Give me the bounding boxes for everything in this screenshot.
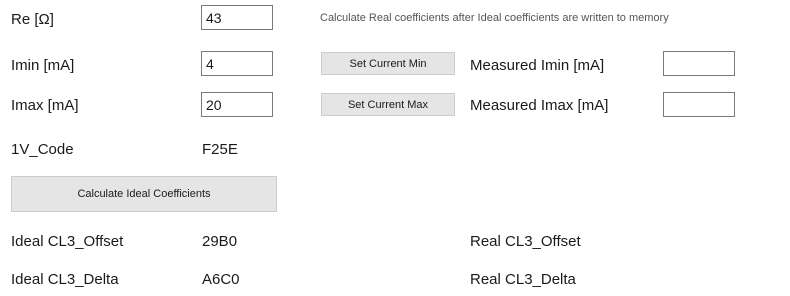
re-input[interactable] xyxy=(201,5,273,30)
1v-code-value: F25E xyxy=(202,141,238,158)
measured-imax-input[interactable] xyxy=(663,92,735,117)
real-cl3-offset-label: Real CL3_Offset xyxy=(470,233,581,250)
re-label: Re [Ω] xyxy=(11,11,54,28)
set-current-max-button[interactable]: Set Current Max xyxy=(321,93,455,116)
real-cl3-delta-label: Real CL3_Delta xyxy=(470,271,576,288)
measured-imin-input[interactable] xyxy=(663,51,735,76)
imin-input[interactable] xyxy=(201,51,273,76)
ideal-cl3-offset-label: Ideal CL3_Offset xyxy=(11,233,124,250)
set-current-min-button[interactable]: Set Current Min xyxy=(321,52,455,75)
measured-imax-label: Measured Imax [mA] xyxy=(470,97,609,114)
calculate-ideal-coefficients-button[interactable]: Calculate Ideal Coefficients xyxy=(11,176,277,212)
imax-input[interactable] xyxy=(201,92,273,117)
ideal-cl3-offset-value: 29B0 xyxy=(202,233,238,250)
imax-label: Imax [mA] xyxy=(11,97,79,114)
1v-code-label: 1V_Code xyxy=(11,141,74,158)
real-coefficients-note: Calculate Real coefficients after Ideal … xyxy=(320,12,669,24)
ideal-cl3-delta-label: Ideal CL3_Delta xyxy=(11,271,119,288)
measured-imin-label: Measured Imin [mA] xyxy=(470,57,605,74)
ideal-cl3-delta-value: A6C0 xyxy=(202,271,240,288)
imin-label: Imin [mA] xyxy=(11,57,75,74)
